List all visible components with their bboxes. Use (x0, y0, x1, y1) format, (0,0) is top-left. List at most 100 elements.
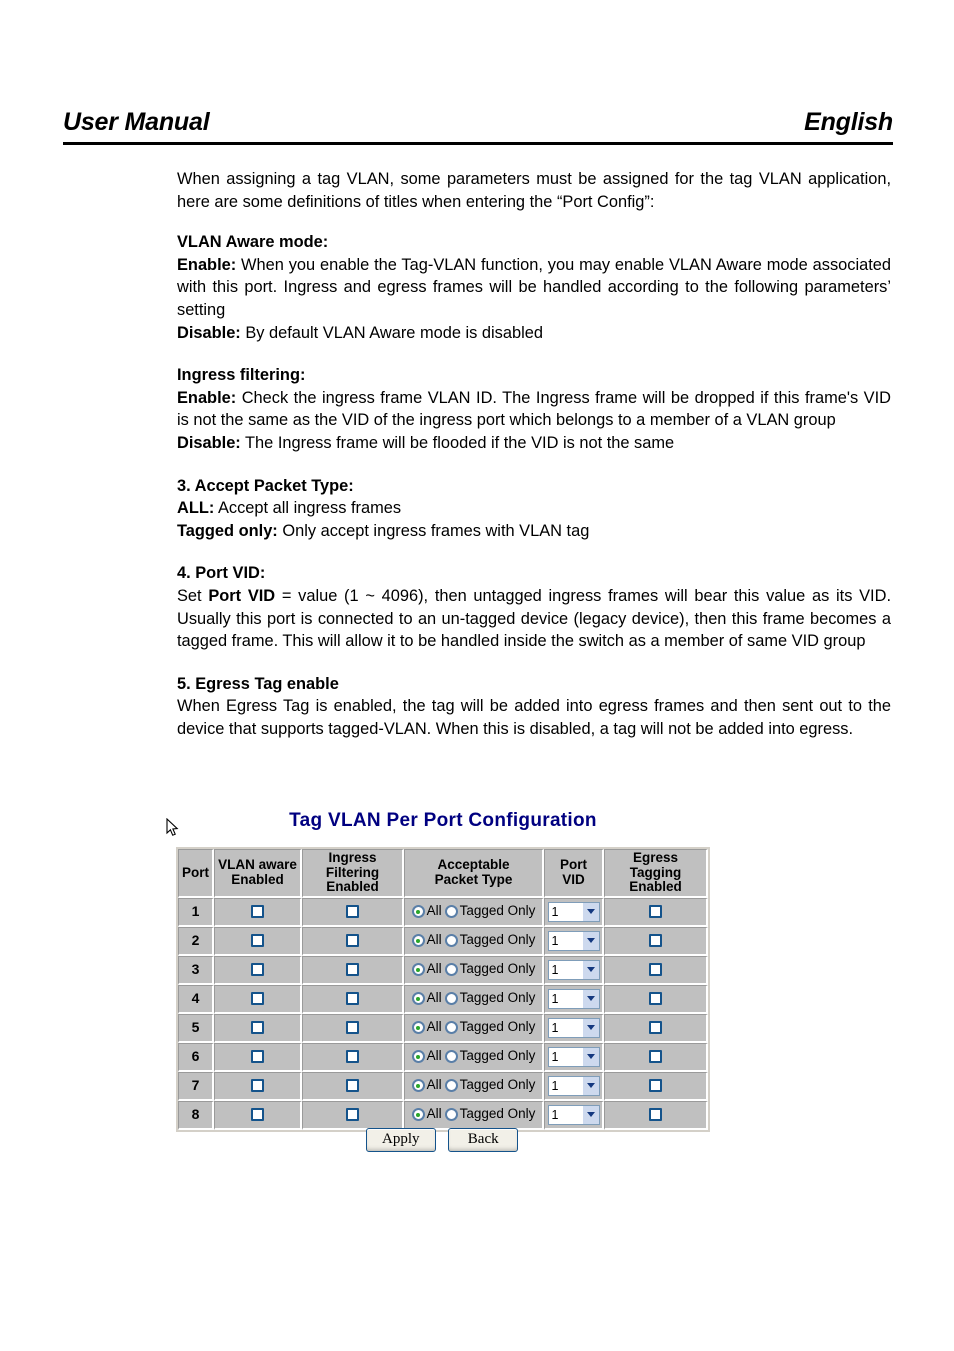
column-header-egress-tagging-enabled: Egress Tagging Enabled (604, 849, 708, 898)
header-line: Port VID (560, 857, 587, 887)
radio-all[interactable] (411, 1050, 425, 1063)
packet-type-radio-group: All Tagged Only (405, 1073, 542, 1099)
apply-button[interactable]: Apply (365, 1128, 436, 1152)
term-label: Disable: (177, 323, 241, 342)
port-vid-select[interactable]: 1 (547, 930, 600, 951)
vlan-aware-checkbox[interactable] (251, 934, 264, 948)
radio-tagged-only[interactable] (444, 1108, 458, 1121)
radio-tagged-only[interactable] (444, 963, 458, 976)
vlan-aware-checkbox[interactable] (251, 905, 264, 919)
egress-tagging-checkbox[interactable] (649, 963, 662, 977)
radio-tagged-only[interactable] (444, 905, 458, 918)
column-header-vlan-aware-enabled: VLAN aware Enabled (214, 849, 302, 898)
back-button[interactable]: Back (448, 1128, 519, 1152)
ingress-filtering-checkbox[interactable] (346, 1050, 359, 1064)
ingress-filtering-checkbox[interactable] (346, 905, 359, 919)
radio-all[interactable] (411, 905, 425, 918)
section-line: Set Port VID = value (1 ~ 4096), then un… (177, 585, 891, 653)
section-heading: 5. Egress Tag enable (177, 674, 339, 693)
ingress-filtering-checkbox[interactable] (346, 1108, 359, 1122)
port-vid-select[interactable]: 1 (547, 1104, 600, 1125)
term-text: Accept all ingress frames (214, 499, 402, 518)
table-row: 5 All Tagged Only 1 (178, 1013, 708, 1043)
port-vid-value: 1 (551, 1049, 559, 1064)
ingress-filtering-checkbox[interactable] (346, 992, 359, 1006)
port-vid-select[interactable]: 1 (547, 901, 600, 922)
radio-tagged-only[interactable] (444, 1079, 458, 1092)
vlan-aware-checkbox[interactable] (251, 1108, 264, 1122)
ingress-filtering-checkbox[interactable] (346, 1079, 359, 1093)
chevron-down-icon[interactable] (581, 989, 599, 1008)
port-vid-select[interactable]: 1 (547, 988, 600, 1009)
port-vid-select[interactable]: 1 (547, 1046, 600, 1067)
port-vid-select[interactable]: 1 (547, 1017, 600, 1038)
egress-tagging-checkbox[interactable] (649, 905, 662, 919)
vlan-aware-checkbox[interactable] (251, 1050, 264, 1064)
vlan-aware-checkbox[interactable] (251, 1079, 264, 1093)
radio-all[interactable] (411, 992, 425, 1005)
header-line: Acceptable (437, 857, 510, 873)
chevron-down-icon[interactable] (581, 1018, 599, 1037)
egress-tagging-checkbox[interactable] (649, 934, 662, 948)
radio-all[interactable] (411, 963, 425, 976)
radio-all[interactable] (411, 1108, 425, 1121)
cell-acceptable-packet-type: All Tagged Only (404, 955, 544, 985)
packet-type-radio-group: All Tagged Only (405, 1015, 542, 1041)
packet-type-radio-group: All Tagged Only (405, 928, 542, 954)
chevron-down-icon[interactable] (581, 902, 599, 921)
radio-tagged-only[interactable] (444, 934, 458, 947)
egress-tagging-checkbox[interactable] (649, 1050, 662, 1064)
egress-tagging-checkbox[interactable] (649, 1108, 662, 1122)
cell-egress-tagging (604, 1013, 708, 1043)
packet-type-option-tagged-only[interactable]: Tagged Only (444, 962, 535, 977)
cell-port-vid: 1 (544, 984, 604, 1014)
radio-tagged-only-label: Tagged Only (459, 1019, 536, 1035)
cell-acceptable-packet-type: All Tagged Only (404, 1013, 544, 1043)
ingress-filtering-checkbox[interactable] (346, 934, 359, 948)
packet-type-option-tagged-only[interactable]: Tagged Only (444, 1049, 535, 1064)
port-vid-select[interactable]: 1 (547, 1075, 600, 1096)
radio-all-label: All (426, 961, 442, 977)
packet-type-option-tagged-only[interactable]: Tagged Only (444, 991, 535, 1006)
packet-type-option-tagged-only[interactable]: Tagged Only (444, 933, 535, 948)
radio-tagged-only[interactable] (444, 992, 458, 1005)
packet-type-option-all[interactable]: All (411, 1078, 442, 1093)
packet-type-option-all[interactable]: All (411, 1049, 442, 1064)
chevron-down-icon[interactable] (581, 1105, 599, 1124)
egress-tagging-checkbox[interactable] (649, 1079, 662, 1093)
ingress-filtering-checkbox[interactable] (346, 1021, 359, 1035)
radio-all[interactable] (411, 1021, 425, 1034)
section-heading: Ingress filtering: (177, 366, 306, 385)
header-line: Enabled (629, 879, 682, 894)
ingress-filtering-checkbox[interactable] (346, 963, 359, 977)
chevron-down-icon[interactable] (581, 1047, 599, 1066)
packet-type-option-all[interactable]: All (411, 991, 442, 1006)
port-vid-select[interactable]: 1 (547, 959, 600, 980)
vlan-aware-checkbox[interactable] (251, 992, 264, 1006)
radio-tagged-only[interactable] (444, 1050, 458, 1063)
packet-type-option-all[interactable]: All (411, 1020, 442, 1035)
packet-type-option-tagged-only[interactable]: Tagged Only (444, 904, 535, 919)
radio-tagged-only[interactable] (444, 1021, 458, 1034)
packet-type-option-all[interactable]: All (411, 933, 442, 948)
radio-all[interactable] (411, 934, 425, 947)
vlan-aware-checkbox[interactable] (251, 963, 264, 977)
port-vid-value: 1 (551, 1078, 559, 1093)
chevron-down-icon[interactable] (581, 931, 599, 950)
cell-egress-tagging (604, 984, 708, 1014)
vlan-aware-checkbox[interactable] (251, 1021, 264, 1035)
egress-tagging-checkbox[interactable] (649, 992, 662, 1006)
packet-type-option-tagged-only[interactable]: Tagged Only (444, 1019, 536, 1035)
chevron-down-icon[interactable] (581, 960, 599, 979)
cell-vlan-aware (214, 1071, 302, 1101)
chevron-down-icon[interactable] (581, 1076, 599, 1095)
packet-type-option-tagged-only[interactable]: Tagged Only (444, 1078, 535, 1093)
packet-type-option-all[interactable]: All (411, 904, 442, 919)
packet-type-option-all[interactable]: All (411, 961, 442, 977)
section-line: Enable: Check the ingress frame VLAN ID.… (177, 387, 891, 432)
radio-all[interactable] (411, 1079, 425, 1092)
packet-type-option-all[interactable]: All (411, 1107, 442, 1122)
packet-type-option-tagged-only[interactable]: Tagged Only (444, 1107, 535, 1122)
table-row: 6 All Tagged Only 1 (178, 1042, 708, 1072)
egress-tagging-checkbox[interactable] (649, 1021, 662, 1035)
